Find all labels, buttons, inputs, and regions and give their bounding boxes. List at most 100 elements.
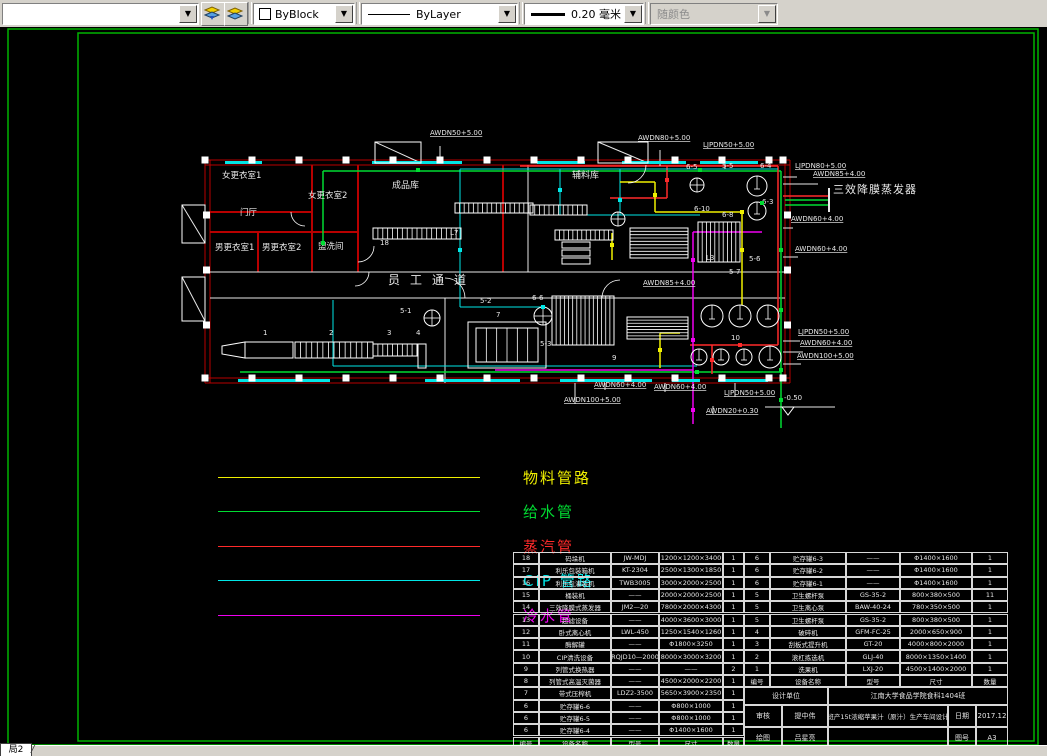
equipment-cell: 10 xyxy=(513,650,539,663)
plan-label: AWDN85+4.00 xyxy=(813,170,865,178)
equipment-cell: 3 xyxy=(744,638,770,651)
layer-previous-button[interactable] xyxy=(224,2,248,26)
plan-label: 5-3 xyxy=(540,340,551,348)
equipment-cell: Φ1400×1600 xyxy=(900,552,972,565)
object-properties-toolbar: ▼ ByBlock ▼ ByLayer ▼ 0.20 毫米 ▼ 随颜色 ▼ xyxy=(0,0,1047,28)
equipment-cell: 1 xyxy=(972,638,1008,651)
linetype-combo-value: ByLayer xyxy=(416,7,461,21)
legend-line xyxy=(218,546,480,547)
equipment-cell: —— xyxy=(846,564,900,577)
drawing-canvas[interactable]: 女更衣室1 女更衣室2 门厅 男更衣室1 男更衣室2 盥洗间 成品库 辅料库 员工通道 三效降膜蒸… xyxy=(0,27,1047,756)
plan-label: 6-10 xyxy=(694,205,710,213)
linetype-combo[interactable]: ByLayer ▼ xyxy=(361,3,518,25)
equipment-cell: 1 xyxy=(723,675,744,688)
valve-marker xyxy=(691,258,695,262)
plan-label: AWDN100+5.00 xyxy=(797,352,854,360)
equipment-cell: GLJ-40 xyxy=(846,650,900,663)
door-swing-arc xyxy=(354,271,370,287)
column-marker xyxy=(201,156,209,164)
equipment-cell: —— xyxy=(611,675,659,688)
equipment-cell: 7 xyxy=(513,687,539,700)
equipment-outline xyxy=(372,343,418,357)
valve-marker xyxy=(541,305,545,309)
plan-label: AWDN60+4.00 xyxy=(795,245,847,253)
equipment-cell: Φ800×1000 xyxy=(659,711,723,725)
plan-label: 女更衣室2 xyxy=(308,190,347,201)
plan-label: 5-6 xyxy=(749,255,761,263)
plan-label: AWDN20+0.30 xyxy=(706,407,758,415)
layer-combo[interactable]: ▼ xyxy=(2,3,199,25)
legend-line xyxy=(218,580,480,581)
column-marker xyxy=(671,374,679,382)
equipment-cell: 800×380×500 xyxy=(900,613,972,626)
plan-label: 5-5 xyxy=(722,162,733,170)
valve-marker xyxy=(691,338,695,342)
plan-label: AWDN60+4.00 xyxy=(800,339,852,347)
equipment-cell: 780×350×500 xyxy=(900,601,972,614)
door-swing-arc xyxy=(357,245,375,263)
column-marker xyxy=(765,374,773,382)
color-swatch-icon xyxy=(259,8,271,20)
chevron-down-icon[interactable]: ▼ xyxy=(179,5,197,23)
equipment-cell: 滚杠拣选机 xyxy=(770,650,846,663)
valve-marker xyxy=(458,248,462,252)
plan-label: AWDN50+5.00 xyxy=(430,129,482,137)
column-marker xyxy=(342,156,350,164)
equipment-cell: 1 xyxy=(723,576,744,589)
equipment-cell: CIP清洗设备 xyxy=(539,650,611,663)
color-combo[interactable]: ByBlock ▼ xyxy=(253,3,355,25)
plotstyle-combo-value: 随颜色 xyxy=(657,8,690,21)
equipment-cell: 1 xyxy=(723,552,744,565)
valve-marker xyxy=(691,408,695,412)
chevron-down-icon[interactable]: ▼ xyxy=(335,5,353,23)
chevron-down-icon[interactable]: ▼ xyxy=(498,5,516,23)
equipment-cell: Φ1800×3250 xyxy=(659,638,723,651)
equipment-cell: 1 xyxy=(723,588,744,602)
equipment-cell: 贮存罐6-1 xyxy=(770,576,846,589)
plan-label: 7 xyxy=(496,311,500,319)
equipment-cell: LDZ2-3500 xyxy=(611,687,659,700)
plan-label: 女更衣室1 xyxy=(222,170,261,181)
column-marker xyxy=(530,374,538,382)
lineweight-sample-icon xyxy=(531,12,565,16)
toolbar-separator xyxy=(356,2,360,24)
column-marker xyxy=(295,156,303,164)
equipment-cell: 2 xyxy=(723,662,744,675)
plan-label: 3 xyxy=(387,329,391,337)
chevron-down-icon[interactable]: ▼ xyxy=(624,5,642,23)
titleblock-project: 班产15t浓缩苹果汁（原汁）生产车间设计 xyxy=(828,705,948,728)
valve-marker xyxy=(665,178,669,182)
toolbar-separator xyxy=(248,2,252,24)
layout-tab[interactable]: 局2 xyxy=(0,743,32,756)
equipment-cell: 6 xyxy=(513,699,539,712)
column-marker xyxy=(483,156,491,164)
equipment-cell: 利乐包灌装机 xyxy=(539,576,611,589)
equipment-cell: 桶装机 xyxy=(539,588,611,602)
chevron-down-icon: ▼ xyxy=(758,5,776,23)
valve-marker xyxy=(653,193,657,197)
equipment-cell: 1 xyxy=(723,711,744,725)
column-marker xyxy=(389,156,397,164)
valve-marker xyxy=(779,368,783,372)
lineweight-combo[interactable]: 0.20 毫米 ▼ xyxy=(524,3,644,25)
equipment-cell: JM2—20 xyxy=(611,601,659,614)
equipment-cell: LXJ-20 xyxy=(846,662,900,675)
plan-label: 4 xyxy=(416,329,421,337)
plan-label: 1 xyxy=(263,329,267,337)
plan-label: 6-8 xyxy=(722,211,733,219)
equipment-cell: —— xyxy=(611,711,659,725)
column-marker xyxy=(779,156,787,164)
equipment-outline xyxy=(561,257,591,265)
layers-icon xyxy=(203,6,221,20)
column-marker xyxy=(436,374,444,382)
equipment-cell: 贮存罐6-5 xyxy=(539,711,611,725)
equipment-outline xyxy=(561,249,591,257)
equipment-cell: GS-35-2 xyxy=(846,588,900,602)
column-marker xyxy=(530,156,538,164)
make-layer-current-button[interactable] xyxy=(201,2,225,26)
plan-label: 5-2 xyxy=(480,297,491,305)
equipment-cell: 贮存罐6-6 xyxy=(539,699,611,712)
equipment-cell: 1 xyxy=(723,638,744,651)
equipment-cell: 1200×1200×3400 xyxy=(659,552,723,565)
column-marker xyxy=(248,374,256,382)
